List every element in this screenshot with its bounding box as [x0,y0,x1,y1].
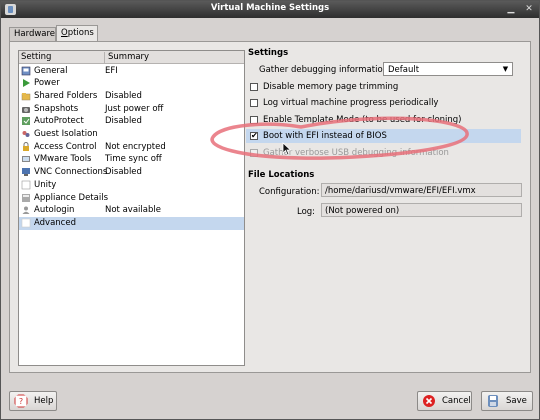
list-item-vnc-connections[interactable]: VNC Connections Disabled [19,166,244,179]
list-item-autoprotect[interactable]: AutoProtect Disabled [19,115,244,128]
checkbox-row-3[interactable]: Enable Template Mode (to be used for clo… [246,113,521,127]
debug-select[interactable]: Default ▼ [383,62,513,76]
list-item-label: Snapshots [34,103,79,114]
list-item-label: AutoProtect [34,116,84,127]
list-item-advanced[interactable]: Advanced [19,216,244,230]
minimize-icon[interactable]: ▁ [505,3,517,15]
close-icon[interactable]: ✕ [523,3,535,15]
vmware-tools-icon [22,156,30,163]
autologin-icon [22,206,30,215]
advanced-icon [21,218,31,228]
list-item-label: Advanced [34,217,76,228]
guest-isolation-icon [22,131,30,137]
general-icon [21,66,31,75]
list-item-general[interactable]: General EFI [19,65,244,78]
config-path-value: /home/dariusd/vmware/EFI/EFI.vmx [325,186,476,196]
list-item-summary: EFI [105,65,118,76]
list-item-label: Shared Folders [34,90,98,101]
tab-options-mnemonic: O [61,28,68,38]
checkbox[interactable] [250,115,258,124]
chevron-down-icon[interactable]: ▼ [500,64,511,74]
list-item-label: General [34,65,68,76]
appliance-icon [22,193,30,202]
list-item-summary: Time sync off [105,154,162,165]
list-item-label: Power [34,78,60,89]
list-item-summary: Disabled [105,90,142,101]
list-item-summary: Just power off [105,103,164,114]
list-header: Setting Summary [19,51,244,64]
list-item-label: VMware Tools [34,154,92,165]
autoprotect-icon [22,117,30,126]
title-bar[interactable]: Virtual Machine Settings ▁ ✕ [1,1,539,18]
list-item-summary: Not available [105,205,161,216]
unity-icon [21,180,31,190]
file-locations-heading: File Locations [248,170,315,180]
list-item-summary: Not encrypted [105,141,166,152]
log-label: Log: [297,207,316,217]
help-icon: ? [14,394,28,408]
access-control-icon [23,141,29,151]
debug-select-value: Default [388,65,420,75]
list-item-label: Appliance Details [34,192,108,203]
save-label: Save [506,396,527,406]
column-setting[interactable]: Setting [21,52,101,62]
settings-window: Virtual Machine Settings ▁ ✕ Hardware Op… [0,0,540,420]
svg-text:?: ? [19,397,23,406]
list-item-guest-isolation[interactable]: Guest Isolation [19,128,244,141]
save-button[interactable]: Save [481,391,533,411]
list-item-shared-folders[interactable]: Shared Folders Disabled [19,90,244,103]
power-icon [23,79,30,88]
window-title: Virtual Machine Settings [210,3,330,13]
cancel-label: Cancel [442,396,471,406]
list-item-summary: Disabled [105,116,142,127]
snapshots-icon [22,106,30,113]
help-label: Help [34,396,54,406]
help-button[interactable]: ? Help [9,391,57,411]
checkbox [250,148,258,157]
cancel-button[interactable]: Cancel [417,391,472,411]
config-label: Configuration: [259,187,320,197]
settings-heading: Settings [248,48,289,58]
list-item-unity[interactable]: Unity [19,179,244,192]
list-item-appliance-details[interactable]: Appliance Details [19,192,244,205]
debug-label: Gather debugging information: [259,65,391,75]
checkbox[interactable] [250,83,258,91]
checkbox-label: Boot with EFI instead of BIOS [263,131,387,142]
checkbox-label: Enable Template Mode (to be used for clo… [263,114,462,125]
list-item-label: Guest Isolation [34,129,98,139]
list-item-access-control[interactable]: Access Control Not encrypted [19,141,244,154]
list-item-power[interactable]: Power [19,77,244,90]
tab-options-label: ptions [67,28,94,38]
checkbox[interactable] [250,99,258,108]
list-item-summary: Disabled [105,167,142,178]
shared-folders-icon [21,92,31,101]
vnc-icon [22,168,30,177]
list-item-label: Unity [34,179,57,190]
list-item-vmware-tools[interactable]: VMware Tools Time sync off [19,153,244,166]
list-item-label: Access Control [34,141,97,152]
tab-options[interactable]: Options [56,25,98,42]
log-path-field[interactable]: (Not powered on) [321,203,522,217]
config-path-field[interactable]: /home/dariusd/vmware/EFI/EFI.vmx [321,183,522,197]
cancel-icon [423,395,435,407]
list-item-label: Autologin [34,205,75,216]
list-item-autologin[interactable]: Autologin Not available [19,204,244,217]
checkbox-row-1[interactable]: Disable memory page trimming [246,80,521,94]
checkbox[interactable]: ✔ [250,132,258,141]
mouse-cursor-icon [282,142,292,156]
settings-list[interactable]: Setting Summary General EFI Power Shared Fo… [18,50,245,366]
column-summary[interactable]: Summary [104,52,149,64]
tab-hardware-label: Hardware [14,29,56,39]
log-path-value: (Not powered on) [325,206,400,216]
checkbox-label: Disable memory page trimming [263,82,399,92]
list-item-snapshots[interactable]: Snapshots Just power off [19,103,244,116]
tab-hardware[interactable]: Hardware [9,27,56,41]
list-item-label: VNC Connections [34,167,108,178]
checkbox-label: Log virtual machine progress periodicall… [263,98,439,109]
save-icon [488,395,498,407]
checkbox-row-2[interactable]: Log virtual machine progress periodicall… [246,96,521,110]
